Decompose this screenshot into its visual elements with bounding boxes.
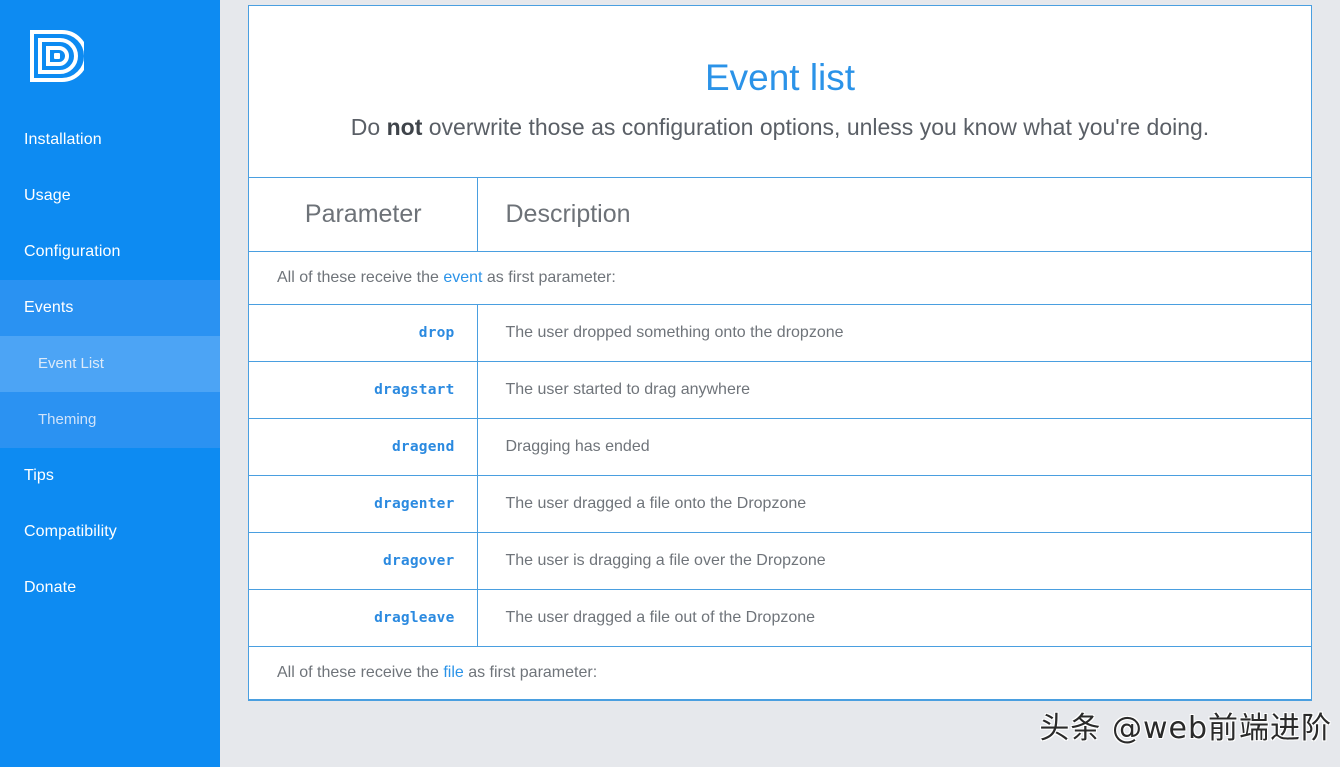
sidebar-nav: Installation Usage Configuration Events …	[0, 112, 220, 616]
sidebar-item-usage[interactable]: Usage	[0, 168, 220, 224]
sidebar-item-configuration[interactable]: Configuration	[0, 224, 220, 280]
sidebar-item-event-list[interactable]: Event List	[0, 336, 220, 392]
column-header-description: Description	[477, 178, 1311, 252]
group-note-row: All of these receive the event as first …	[249, 252, 1311, 305]
table-row: dragover The user is dragging a file ove…	[249, 533, 1311, 590]
group-note-suffix: as first parameter:	[482, 269, 615, 286]
group-note-prefix: All of these receive the	[277, 664, 443, 681]
param-name-dragenter: dragenter	[374, 496, 454, 512]
sidebar-item-tips[interactable]: Tips	[0, 448, 220, 504]
table-cell-description: Dragging has ended	[477, 419, 1311, 476]
subtitle-emphasis: not	[387, 114, 423, 140]
param-name-dragover: dragover	[383, 553, 454, 569]
table-row: dragleave The user dragged a file out of…	[249, 590, 1311, 647]
sidebar-item-events[interactable]: Events	[0, 280, 220, 336]
param-name-dragend: dragend	[392, 439, 455, 455]
table-row: dragstart The user started to drag anywh…	[249, 362, 1311, 419]
table-row: drop The user dropped something onto the…	[249, 305, 1311, 362]
events-table-head: Parameter Description	[249, 178, 1311, 252]
table-cell-description: The user dragged a file out of the Dropz…	[477, 590, 1311, 647]
page-subtitle: Do not overwrite those as configuration …	[300, 111, 1260, 144]
page-root: Installation Usage Configuration Events …	[0, 0, 1340, 767]
group-note-prefix: All of these receive the	[277, 269, 443, 286]
param-name-dragstart: dragstart	[374, 382, 454, 398]
subtitle-prefix: Do	[351, 114, 387, 140]
table-cell-description: The user started to drag anywhere	[477, 362, 1311, 419]
sidebar-item-installation[interactable]: Installation	[0, 112, 220, 168]
table-row: dragenter The user dragged a file onto t…	[249, 476, 1311, 533]
table-header-row: Parameter Description	[249, 178, 1311, 252]
sidebar-item-donate[interactable]: Donate	[0, 560, 220, 616]
group-note-event: All of these receive the event as first …	[249, 252, 1311, 305]
group-note-code-event: event	[443, 269, 482, 286]
param-name-dragleave: dragleave	[374, 610, 454, 626]
table-cell-parameter: dragenter	[249, 476, 477, 533]
subtitle-suffix: overwrite those as configuration options…	[422, 114, 1209, 140]
events-table-body: All of these receive the event as first …	[249, 252, 1311, 700]
param-name-drop: drop	[419, 325, 455, 341]
watermark: 头条 @web前端进阶	[1039, 703, 1332, 747]
group-note-row: All of these receive the file as first p…	[249, 647, 1311, 700]
table-cell-description: The user dropped something onto the drop…	[477, 305, 1311, 362]
table-cell-parameter: dragend	[249, 419, 477, 476]
main-content: Event list Do not overwrite those as con…	[220, 0, 1340, 767]
group-note-code-file: file	[443, 664, 463, 681]
table-cell-parameter: drop	[249, 305, 477, 362]
table-cell-parameter: dragstart	[249, 362, 477, 419]
table-cell-description: The user dragged a file onto the Dropzon…	[477, 476, 1311, 533]
table-row: dragend Dragging has ended	[249, 419, 1311, 476]
table-cell-description: The user is dragging a file over the Dro…	[477, 533, 1311, 590]
event-list-card: Event list Do not overwrite those as con…	[248, 5, 1312, 701]
sidebar-item-theming[interactable]: Theming	[0, 392, 220, 448]
table-cell-parameter: dragleave	[249, 590, 477, 647]
dropzone-logo-icon	[28, 28, 84, 84]
sidebar-item-compatibility[interactable]: Compatibility	[0, 504, 220, 560]
brand-header[interactable]	[0, 0, 220, 112]
group-note-file: All of these receive the file as first p…	[249, 647, 1311, 700]
card-header: Event list Do not overwrite those as con…	[249, 6, 1311, 178]
table-cell-parameter: dragover	[249, 533, 477, 590]
column-header-parameter: Parameter	[249, 178, 477, 252]
sidebar: Installation Usage Configuration Events …	[0, 0, 220, 767]
group-note-suffix: as first parameter:	[464, 664, 597, 681]
page-title: Event list	[273, 58, 1287, 99]
events-table: Parameter Description All of these recei…	[249, 178, 1311, 700]
